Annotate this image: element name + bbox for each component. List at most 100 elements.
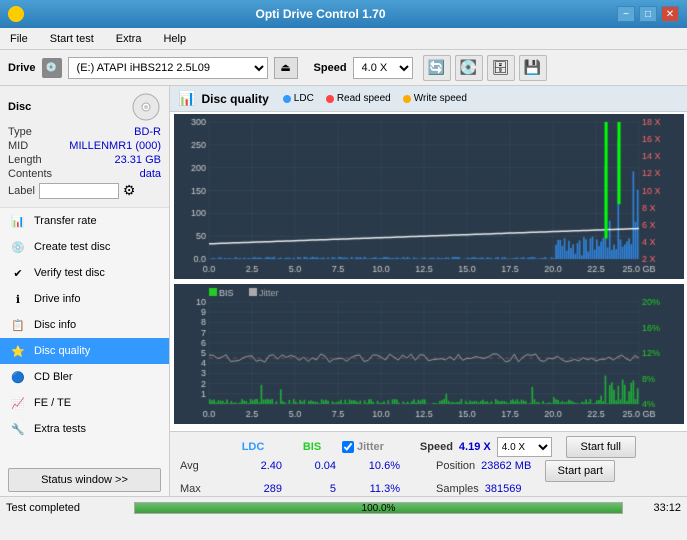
nav-label: CD Bler <box>34 371 73 383</box>
position-label: Position <box>436 460 475 482</box>
type-label: Type <box>8 126 32 138</box>
lower-chart-canvas <box>174 284 684 424</box>
menu-help[interactable]: Help <box>159 31 190 47</box>
nav-label: Verify test disc <box>34 267 105 279</box>
window-title: Opti Drive Control 1.70 <box>24 7 617 21</box>
drive-label: Drive <box>8 62 36 74</box>
sidebar-item-create-test[interactable]: 💿 Create test disc <box>0 234 169 260</box>
jitter-checkbox[interactable] <box>342 441 354 453</box>
transfer-rate-icon: 📊 <box>10 213 26 229</box>
disc-info-icon: 📋 <box>10 317 26 333</box>
avg-label: Avg <box>180 460 218 482</box>
disc-label-input[interactable] <box>39 183 119 199</box>
nav-label: Create test disc <box>34 241 110 253</box>
chart-header: 📊 Disc quality LDC Read speed Write spee… <box>170 86 687 112</box>
disc-info-panel: Disc Type BD-R MID MILLENMR1 (000) Lengt… <box>0 86 169 208</box>
sidebar-item-disc-quality[interactable]: ⭐ Disc quality <box>0 338 169 364</box>
jitter-header: Jitter <box>357 441 384 453</box>
nav-label: FE / TE <box>34 397 71 409</box>
bottom-panel: LDC BIS Jitter Speed 4.19 X 4.0 X8.0 XMA… <box>170 431 687 496</box>
upper-chart <box>174 114 683 284</box>
speed-select[interactable]: 4.0 X8.0 XMAX <box>353 57 413 79</box>
title-bar: Opti Drive Control 1.70 − □ ✕ <box>0 0 687 28</box>
disc-button[interactable]: 💽 <box>455 55 483 81</box>
samples-value: 381569 <box>485 483 522 495</box>
time-display: 33:12 <box>631 502 681 514</box>
mid-label: MID <box>8 140 28 152</box>
lower-chart <box>174 284 683 429</box>
max-label: Max <box>180 483 218 495</box>
nav-label: Disc quality <box>34 345 90 357</box>
app-icon <box>8 6 24 22</box>
refresh-button[interactable]: 🔄 <box>423 55 451 81</box>
drive-info-icon: ℹ <box>10 291 26 307</box>
verify-icon: ✔ <box>10 265 26 281</box>
read-speed-dot <box>326 95 334 103</box>
nav-label: Disc info <box>34 319 76 331</box>
sidebar-item-extra-tests[interactable]: 🔧 Extra tests <box>0 416 169 442</box>
chart-area: 📊 Disc quality LDC Read speed Write spee… <box>170 86 687 496</box>
progress-bar: 100.0% <box>134 502 623 514</box>
position-value: 23862 MB <box>481 460 531 482</box>
status-bar: Test completed 100.0% 33:12 <box>0 496 687 518</box>
create-test-icon: 💿 <box>10 239 26 255</box>
menu-start-test[interactable]: Start test <box>46 31 98 47</box>
legend-read-speed: Read speed <box>326 93 391 104</box>
sidebar-item-drive-info[interactable]: ℹ Drive info <box>0 286 169 312</box>
minimize-button[interactable]: − <box>617 6 635 22</box>
drive-select[interactable]: (E:) ATAPI iHBS212 2.5L09 <box>68 57 268 79</box>
start-part-button[interactable]: Start part <box>545 460 615 482</box>
drive-icon: 💿 <box>42 58 62 78</box>
speed-bottom-select[interactable]: 4.0 X8.0 XMAX <box>497 437 552 457</box>
max-bis: 5 <box>288 483 336 495</box>
max-ldc: 289 <box>224 483 282 495</box>
disc-quality-icon: ⭐ <box>10 343 26 359</box>
ldc-header: LDC <box>224 441 282 453</box>
length-label: Length <box>8 154 42 166</box>
legend-write-speed: Write speed <box>403 93 467 104</box>
menu-bar: File Start test Extra Help <box>0 28 687 50</box>
nav-label: Extra tests <box>34 423 86 435</box>
sidebar: Disc Type BD-R MID MILLENMR1 (000) Lengt… <box>0 86 170 496</box>
sidebar-item-verify-test[interactable]: ✔ Verify test disc <box>0 260 169 286</box>
fe-te-icon: 📈 <box>10 395 26 411</box>
maximize-button[interactable]: □ <box>639 6 657 22</box>
save-button[interactable]: 💾 <box>519 55 547 81</box>
sidebar-item-fe-te[interactable]: 📈 FE / TE <box>0 390 169 416</box>
menu-file[interactable]: File <box>6 31 32 47</box>
window-controls: − □ ✕ <box>617 6 679 22</box>
legend-ldc: LDC <box>283 93 314 104</box>
sidebar-nav: 📊 Transfer rate 💿 Create test disc ✔ Ver… <box>0 208 169 464</box>
avg-ldc: 2.40 <box>224 460 282 482</box>
avg-bis: 0.04 <box>288 460 336 482</box>
charts-container <box>170 112 687 431</box>
length-value: 23.31 GB <box>115 154 161 166</box>
samples-label: Samples <box>436 483 479 495</box>
speed-stat-value: 4.19 X <box>459 441 491 453</box>
extra-tests-icon: 🔧 <box>10 421 26 437</box>
sidebar-item-cd-bler[interactable]: 🔵 CD Bler <box>0 364 169 390</box>
avg-jitter: 10.6% <box>342 460 400 482</box>
max-jitter: 11.3% <box>342 483 400 495</box>
sidebar-item-disc-info[interactable]: 📋 Disc info <box>0 312 169 338</box>
menu-extra[interactable]: Extra <box>112 31 146 47</box>
start-full-button[interactable]: Start full <box>566 436 636 458</box>
label-icon[interactable]: ⚙ <box>123 182 136 199</box>
toolbar: Drive 💿 (E:) ATAPI iHBS212 2.5L09 ⏏ Spee… <box>0 50 687 86</box>
nav-label: Transfer rate <box>34 215 97 227</box>
chart-legend: LDC Read speed Write speed <box>283 93 467 104</box>
disc-icon <box>131 92 161 122</box>
sidebar-item-transfer-rate[interactable]: 📊 Transfer rate <box>0 208 169 234</box>
chart-header-icon: 📊 <box>178 90 195 107</box>
eject-button[interactable]: ⏏ <box>274 57 298 79</box>
status-window-button[interactable]: Status window >> <box>8 468 161 492</box>
toolbar-icons: 🔄 💽 🗄 💾 <box>423 55 547 81</box>
close-button[interactable]: ✕ <box>661 6 679 22</box>
ldc-dot <box>283 95 291 103</box>
disc-info-title: Disc <box>8 101 31 113</box>
speed-stat-label: Speed <box>420 441 453 453</box>
cd-bler-icon: 🔵 <box>10 369 26 385</box>
main-content: Disc Type BD-R MID MILLENMR1 (000) Lengt… <box>0 86 687 496</box>
database-button[interactable]: 🗄 <box>487 55 515 81</box>
bis-header: BIS <box>288 441 336 453</box>
